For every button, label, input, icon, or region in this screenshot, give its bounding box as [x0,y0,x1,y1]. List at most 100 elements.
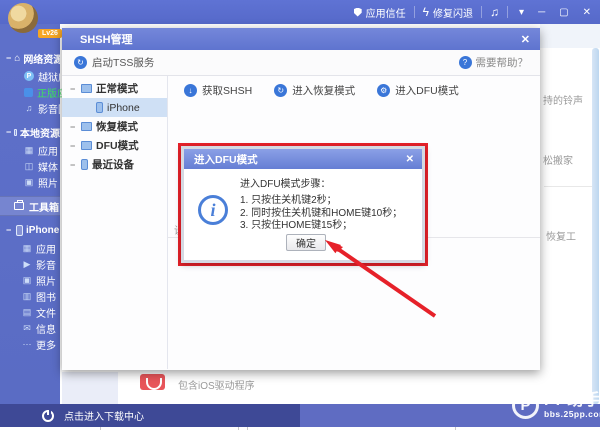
dfu-icon: ⚙ [377,83,391,97]
sidebar-item-device-video[interactable]: ▶ 影音 [0,256,60,272]
shsh-window-titlebar[interactable]: SHSH管理 ✕ [62,28,540,50]
collapse-icon[interactable]: − [70,141,77,151]
sidebar-item-local-photos[interactable]: ▣ 照片 [0,174,60,190]
dfu-step-2: 2. 同时按住关机键和HOME键10秒； [240,207,403,219]
collapse-icon[interactable]: − [6,225,13,235]
fetch-shsh-label: 获取SHSH [202,84,253,97]
sidebar-item-local-apps[interactable]: ▦ 应用 [0,142,60,158]
sidebar-item-device-books[interactable]: ▥ 图书 [0,288,60,304]
sidebar-item-label: 应用 [36,244,56,256]
help-icon: ? [458,56,472,69]
enter-dfu-button[interactable]: ⚙ 进入DFU模式 [377,83,459,98]
sidebar-item-device-files[interactable]: ▤ 文件 [0,304,60,320]
dfu-dialog-body: i 进入DFU模式步骤： 1. 只按住关机键2秒； 2. 同时按住关机键和HOM… [184,169,422,260]
tree-item-label: 恢复模式 [96,121,138,133]
background-restore-fragment: 恢复工 [546,232,576,243]
download-center-icon [42,409,54,422]
info-icon: i [198,195,228,225]
maximize-button[interactable]: ▢ [556,7,571,18]
sidebar-item-jailbreak-apps[interactable]: P 越狱应用 [0,68,78,84]
minimize-button[interactable]: ─ [535,7,548,18]
lightning-icon: ϟ [422,5,430,19]
sidebar-item-media-books[interactable]: ♫ 影音图书 [0,100,78,116]
sidebar-item-label: 照片 [36,276,56,288]
sidebar-item-toolbox[interactable]: 工具箱 [0,196,60,216]
sidebar-item-label: 影音 [36,260,56,272]
sidebar-item-label: 应用 [38,146,58,158]
tree-item-dfu-mode[interactable]: − DFU模式 [62,136,167,155]
tree-item-recovery-mode[interactable]: − 恢复模式 [62,117,167,136]
topbar: 应用信任 ϟ 修复闪退 ♫ ▾ ─ ▢ ✕ [0,0,600,24]
sidebar-group-network[interactable]: − ⌂ 网络资源 [0,48,64,68]
sidebar-item-device-more[interactable]: ⋯ 更多 [0,336,60,352]
tree-item-normal-mode[interactable]: − 正常模式 [62,79,167,98]
skin-menu-icon[interactable]: ▾ [516,7,527,18]
book-icon: ▥ [22,290,32,301]
fetch-shsh-button[interactable]: ↓ 获取SHSH [184,83,252,98]
dfu-intro: 进入DFU模式步骤： [240,179,331,190]
sidebar-group-label: 网络资源 [23,54,64,66]
media-icon: ◫ [24,160,34,171]
tree-item-label: 正常模式 [96,83,138,95]
dfu-dialog-titlebar[interactable]: 进入DFU模式 ✕ [184,149,422,169]
enter-recovery-button[interactable]: ↻ 进入恢复模式 [274,83,355,98]
shsh-toolbar: ↻ 启动TSS服务 ? 需要帮助？ [62,50,540,76]
tree-item-label: 最近设备 [92,159,134,171]
collapse-icon[interactable]: − [6,53,11,63]
sidebar-item-device-apps[interactable]: ▦ 应用 [0,240,60,256]
sidebar-item-label: 工具箱 [29,202,59,214]
app-trust-button[interactable]: 应用信任 [353,5,406,20]
dfu-steps: 1. 只按住关机键2秒； 2. 同时按住关机键和HOME键10秒； 3. 只按住… [240,195,402,233]
avatar[interactable] [8,3,38,33]
dfu-dialog: 进入DFU模式 ✕ i 进入DFU模式步骤： 1. 只按住关机键2秒； 2. 同… [181,146,425,263]
enter-recovery-label: 进入恢复模式 [292,84,356,97]
sidebar: − ⌂ 网络资源 P 越狱应用 正版应用 ♫ 影音图书 − 本地资源 ▦ 应用 … [0,24,78,404]
sidebar-item-device-messages[interactable]: ✉ 信息 [0,320,60,336]
grid-icon: ▦ [24,144,34,155]
sidebar-item-genuine-apps[interactable]: 正版应用 [0,84,77,100]
watermark-site: bbs.25pp.com [544,409,600,419]
tree-item-recent-devices[interactable]: − 最近设备 [62,155,167,174]
dfu-step-3: 3. 只按住HOME键15秒； [240,220,353,231]
iphone-icon [96,102,103,113]
ok-button[interactable]: 确定 [286,234,326,251]
fix-crash-button[interactable]: ϟ 修复闪退 [423,5,473,20]
monitor-icon [14,128,17,136]
sidebar-item-local-media[interactable]: ◫ 媒体 [0,158,60,174]
recent-device-icon [81,159,88,170]
itunes-driver-icon [140,374,165,390]
start-tss-label: 启动TSS服务 [92,57,155,69]
file-icon: ▤ [22,306,32,317]
collapse-icon[interactable]: − [6,127,11,137]
recovery-icon: ↻ [274,83,288,97]
fix-crash-label: 修复闪退 [433,8,474,20]
background-toolbar-strip [540,24,600,48]
dfu-dialog-title: 进入DFU模式 [194,153,258,166]
music-icon[interactable]: ♫ [490,6,499,18]
collapse-icon[interactable]: − [70,122,77,132]
shsh-close-icon[interactable]: ✕ [521,33,530,46]
app-trust-label: 应用信任 [365,8,406,20]
close-button[interactable]: ✕ [580,7,594,18]
photo-icon: ▣ [24,176,34,187]
pp-icon: P [24,71,34,81]
start-tss-button[interactable]: ↻ 启动TSS服务 [74,55,154,70]
message-icon: ✉ [23,322,31,333]
sidebar-group-label: iPhone [26,224,60,236]
sidebar-item-label: 信息 [36,324,56,336]
sidebar-item-label: 图书 [36,292,56,304]
collapse-icon[interactable]: − [70,160,77,170]
sidebar-group-local[interactable]: − 本地资源 [0,122,60,142]
collapse-icon[interactable]: − [70,84,77,94]
sidebar-group-iphone[interactable]: − iPhone [0,220,60,240]
enter-dfu-label: 进入DFU模式 [395,84,459,97]
background-migrate-fragment: 松搬家 [543,156,573,167]
sidebar-item-device-photos[interactable]: ▣ 照片 [0,272,60,288]
dfu-close-icon[interactable]: ✕ [406,154,414,165]
tree-item-iphone[interactable]: iPhone [62,98,167,117]
genuine-app-icon [24,87,33,97]
scrollbar[interactable] [592,48,599,404]
download-center-button[interactable]: 点击进入下载中心 [0,404,300,427]
help-button[interactable]: ? 需要帮助？ [458,55,529,70]
help-label: 需要帮助？ [475,57,529,69]
